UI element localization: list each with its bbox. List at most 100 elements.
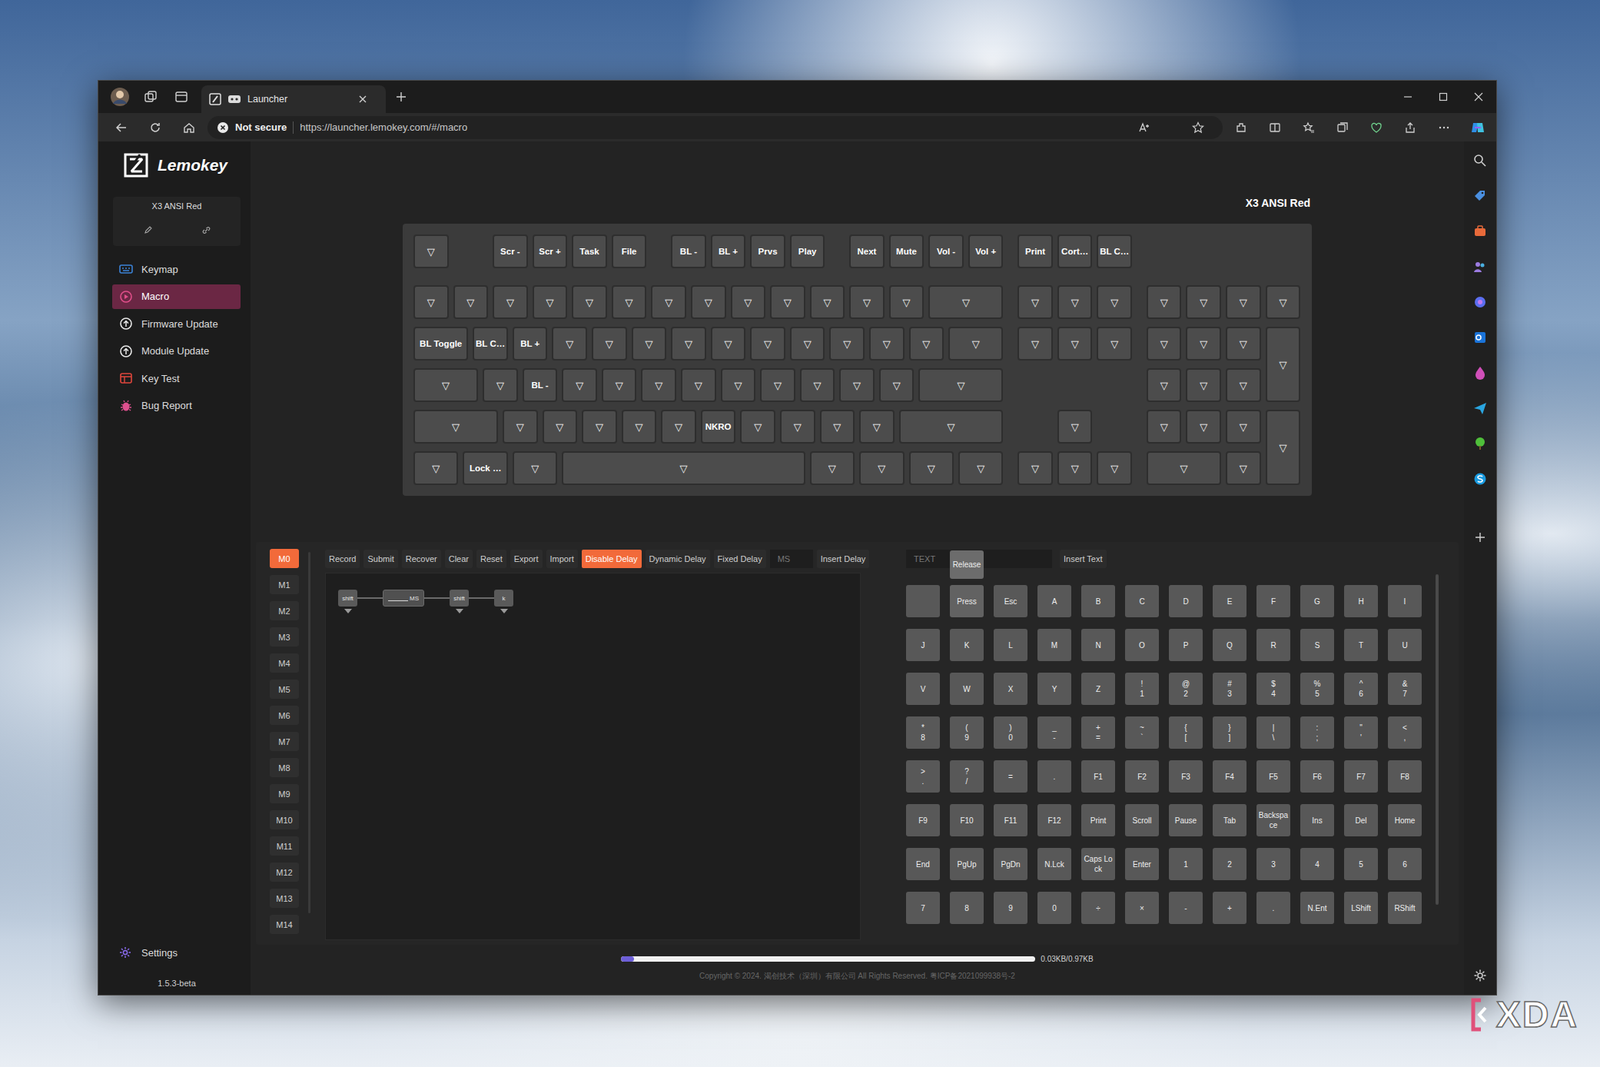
keyboard-key[interactable]: ▽ — [918, 368, 1003, 402]
palette-key[interactable]: . — [1037, 760, 1072, 793]
more-button[interactable] — [1428, 116, 1460, 140]
keyboard-key[interactable]: ▽ — [1185, 409, 1222, 444]
keyboard-key[interactable]: File — [611, 234, 648, 269]
palette-key[interactable]: F8 — [1387, 760, 1422, 793]
macro-slot[interactable]: M3 — [269, 627, 299, 647]
palette-key[interactable]: { [ — [1168, 716, 1203, 749]
maximize-button[interactable] — [1425, 80, 1461, 113]
palette-key[interactable]: T — [1344, 628, 1378, 661]
new-tab-button[interactable] — [385, 85, 417, 109]
palette-key[interactable]: V — [906, 672, 940, 705]
palette-key[interactable]: * 8 — [906, 716, 940, 749]
key-step[interactable]: k — [494, 589, 514, 614]
macro-slot[interactable]: M9 — [269, 783, 299, 804]
tab-actions-button[interactable] — [165, 85, 197, 109]
home-button[interactable] — [173, 116, 205, 140]
palette-key[interactable]: > . — [906, 760, 940, 793]
palette-key[interactable]: : ; — [1300, 716, 1335, 749]
macro-slot[interactable]: M4 — [269, 653, 299, 673]
sidebar-item[interactable]: Bug Report — [112, 393, 241, 419]
palette-key[interactable]: L — [993, 628, 1028, 661]
macro-slot[interactable]: M10 — [269, 809, 299, 830]
keyboard-key[interactable]: ▽ — [1225, 285, 1262, 319]
palette-key[interactable]: F5 — [1256, 760, 1291, 793]
palette-key[interactable]: ~ ` — [1125, 716, 1159, 749]
keyboard-key[interactable]: ▽ — [740, 409, 776, 444]
palette-key[interactable]: D — [1168, 584, 1203, 618]
keyboard-key[interactable]: ▽ — [889, 285, 925, 319]
keyboard-key[interactable]: ▽ — [958, 451, 1003, 485]
toolbar-input[interactable] — [770, 549, 814, 568]
sidebar-item[interactable]: Macro — [112, 284, 241, 309]
settings-button[interactable]: Settings — [102, 942, 251, 962]
palette-key[interactable]: + = — [1081, 716, 1116, 749]
palette-key[interactable]: 3 — [1256, 847, 1291, 880]
close-window-button[interactable] — [1460, 80, 1497, 113]
palette-key[interactable]: H — [1344, 584, 1378, 618]
palette-key[interactable]: . — [1256, 891, 1291, 924]
palette-key[interactable]: B — [1081, 584, 1116, 618]
keyboard-key[interactable]: ▽ — [829, 326, 865, 361]
macro-slot[interactable]: M0 — [269, 548, 299, 568]
palette-key[interactable]: F7 — [1344, 760, 1378, 793]
palette-key[interactable]: Del — [1344, 803, 1378, 837]
keyboard-key[interactable]: ▽ — [1017, 451, 1053, 485]
macro-slot[interactable]: M5 — [269, 679, 299, 699]
palette-key[interactable]: RShift — [1387, 891, 1422, 924]
keyboard-key[interactable]: ▽ — [611, 285, 648, 319]
palette-key[interactable]: F10 — [949, 803, 984, 837]
palette-key[interactable]: I — [1387, 584, 1422, 618]
palette-key[interactable]: F1 — [1081, 760, 1116, 793]
palette-key[interactable]: Ins — [1300, 803, 1335, 837]
keyboard-key[interactable]: ▽ — [839, 368, 875, 402]
delay-value-field[interactable] — [388, 594, 409, 601]
keyboard-key[interactable]: ▽ — [1146, 451, 1222, 485]
edit-device-button[interactable] — [132, 218, 163, 242]
keyboard-key[interactable]: ▽ — [571, 285, 608, 319]
palette-key[interactable]: " ' — [1344, 716, 1378, 749]
macro-sequence-editor[interactable]: shiftMSshiftk — [325, 572, 861, 940]
keyboard-key[interactable]: ▽ — [909, 326, 945, 361]
palette-key[interactable]: 5 — [1344, 847, 1378, 880]
disconnect-device-button[interactable] — [190, 218, 222, 242]
keyboard-key[interactable]: Cort… — [1057, 234, 1093, 269]
collections-button[interactable] — [1327, 116, 1358, 140]
keyboard-key[interactable]: BL - — [522, 368, 558, 402]
keyboard-key[interactable]: ▽ — [690, 285, 727, 319]
palette-key[interactable]: C — [1125, 584, 1159, 618]
keyboard-key[interactable]: ▽ — [482, 368, 518, 402]
palette-key[interactable]: F11 — [993, 803, 1028, 837]
palette-key[interactable]: ÷ — [1081, 891, 1116, 924]
drop-button[interactable] — [1464, 361, 1496, 385]
tree-button[interactable] — [1464, 431, 1496, 455]
keyboard-key[interactable]: ▽ — [730, 285, 767, 319]
toolbar-button[interactable]: Import — [546, 549, 578, 568]
palette-key[interactable]: End — [906, 847, 940, 880]
keyboard-key[interactable]: ▽ — [532, 285, 568, 319]
palette-key[interactable]: 1 — [1168, 847, 1203, 880]
keyboard-key[interactable]: ▽ — [770, 285, 806, 319]
keyboard-key[interactable]: Vol + — [968, 234, 1004, 269]
keyboard-key[interactable]: Prvs — [750, 234, 786, 269]
keyboard-key[interactable]: ▽ — [760, 368, 796, 402]
palette-key[interactable]: 6 — [1387, 847, 1422, 880]
palette-key[interactable]: F12 — [1037, 803, 1072, 837]
keyboard-key[interactable]: ▽ — [1265, 326, 1302, 402]
palette-key[interactable]: ^ 6 — [1344, 672, 1378, 705]
workspaces-button[interactable] — [135, 85, 166, 109]
keyboard-key[interactable]: ▽ — [1225, 326, 1262, 361]
palette-key[interactable]: S — [1300, 628, 1335, 661]
keyboard-key[interactable]: ▽ — [601, 368, 638, 402]
keyboard-key[interactable]: ▽ — [542, 409, 578, 444]
keyboard-key[interactable]: Mute — [889, 234, 925, 269]
keyboard-key[interactable]: ▽ — [809, 285, 846, 319]
keyboard-key[interactable]: Scr + — [532, 234, 568, 269]
macro-slot[interactable]: M6 — [269, 705, 299, 725]
keyboard-key[interactable]: ▽ — [819, 409, 856, 444]
palette-key[interactable]: Tab — [1212, 803, 1247, 837]
keyboard-key[interactable]: ▽ — [948, 326, 1003, 361]
macro-slot[interactable]: M13 — [269, 888, 299, 908]
toolbar-button[interactable]: Record — [325, 549, 360, 568]
keyboard-key[interactable]: ▽ — [928, 285, 1003, 319]
keyboard-key[interactable]: ▽ — [413, 285, 449, 319]
